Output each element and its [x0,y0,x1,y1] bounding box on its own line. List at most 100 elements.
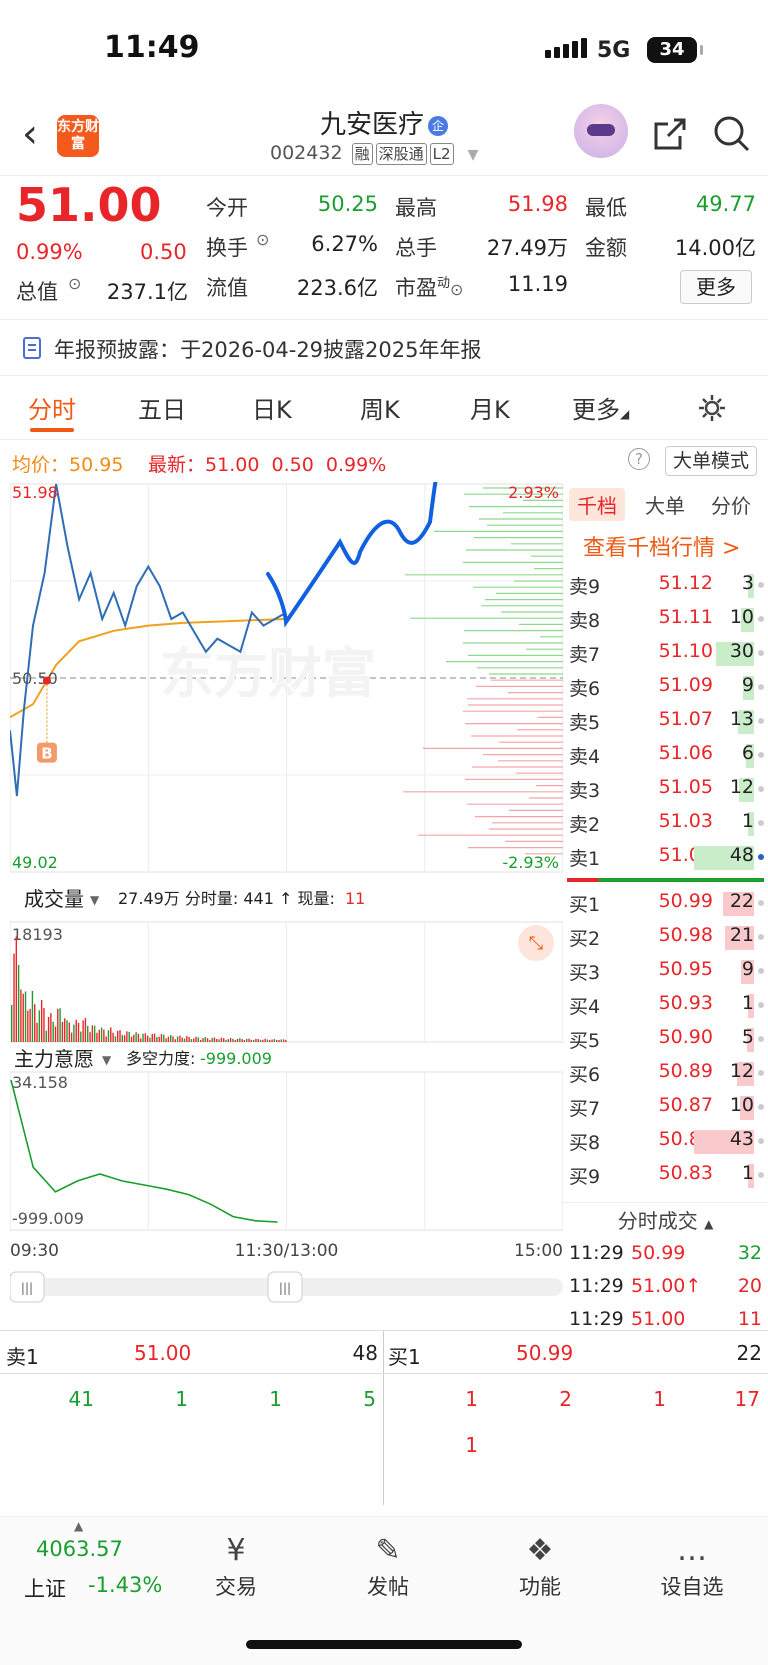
hand-drawn-annotation [266,482,438,628]
volume-bar [239,1038,241,1042]
buy-level-row[interactable]: 买5 50.90 5 [563,1022,768,1056]
volume-bar [227,1039,229,1042]
buy-level-row[interactable]: 买9 50.83 1 [563,1158,768,1192]
tab-month-k[interactable]: 月K [470,390,510,425]
nav-trade[interactable]: ¥ 交易 [186,1531,286,1601]
more-button[interactable]: 更多 [680,270,752,304]
big-order-mode-button[interactable]: 大单模式 [665,446,757,476]
sell-level-row[interactable]: 卖8 51.11 10 [563,602,768,636]
share-icon[interactable] [650,114,690,154]
volume-bar [252,1039,255,1042]
robot-avatar[interactable] [574,104,628,158]
level-qty: 5 [741,1026,754,1048]
level-qty: 3 [741,572,754,594]
level-dot [758,1172,764,1178]
level-name: 买4 [569,996,601,1018]
tab-more[interactable]: 更多◢ [572,390,629,425]
sell-level-row[interactable]: 卖4 51.06 6 [563,738,768,772]
level-qty: 9 [741,958,754,980]
volume-bar [186,1035,188,1042]
sell-level-row[interactable]: 卖6 51.09 9 [563,670,768,704]
intraday-chart[interactable]: 东方财富 51.98 2.93% 50.50 49.02 -2.93% B 成交量 ▼ 27.49… [10,482,563,1316]
volume-bar [119,1030,121,1042]
buy-level-row[interactable]: 买6 50.89 12 [563,1056,768,1090]
volume-bar [24,991,27,1042]
buy-level-row[interactable]: 买1 50.99 22 [563,886,768,920]
label-turnover: 换手 [206,236,248,260]
pct-change: 0.99% [16,240,83,264]
sell-level-row[interactable]: 卖1 51.00 48 [563,840,768,874]
index-value[interactable]: 4063.57 [36,1537,123,1561]
tag-rong: 融 [351,143,373,165]
level-price: 51.05 [658,776,713,798]
info-icon[interactable]: ⊙ [68,274,81,293]
volume-bar [91,1025,94,1042]
tab-thousand-levels[interactable]: 千档 [569,488,625,521]
settings-icon[interactable] [696,392,728,424]
tab-intraday[interactable]: 分时 [28,390,76,425]
level-price: 51.11 [658,606,713,628]
ticks-title[interactable]: 分时成交 ▲ [563,1202,768,1238]
level-qty: 21 [729,924,754,946]
buy-level-row[interactable]: 买8 50.86 43 [563,1124,768,1158]
tab-week-k[interactable]: 周K [360,390,400,425]
sell-level-row[interactable]: 卖2 51.03 1 [563,806,768,840]
level-dot [758,1104,764,1110]
sell-level-row[interactable]: 卖3 51.05 12 [563,772,768,806]
volume-bar [269,1040,271,1042]
volume-bar [264,1038,266,1042]
level-dot [758,616,764,622]
tick-time: 11:29 [569,1308,624,1330]
nav-post[interactable]: ✎ 发帖 [338,1531,438,1601]
queue-sell-order: 5 [363,1387,376,1411]
notice-bar[interactable]: 年报预披露：于2026-04-29披露2025年年报 [0,320,768,376]
tab-big-orders[interactable]: 大单 [645,490,685,519]
index-name[interactable]: 上证 [24,1573,66,1603]
volume-bar [153,1033,156,1042]
level-name: 卖1 [569,848,601,870]
label-pe: 市盈动⊙ [395,276,464,300]
index-pct[interactable]: -1.43% [88,1573,162,1597]
volume-bar [80,1031,82,1042]
buy-level-row[interactable]: 买2 50.98 21 [563,920,768,954]
volume-bar [93,1025,96,1042]
caret-down-icon: ▼ [467,147,479,163]
volume-bar [89,1032,91,1042]
level-name: 卖7 [569,644,601,666]
queue-sell-order: 41 [68,1387,94,1411]
value-high: 51.98 [507,192,568,216]
value-pe: 11.19 [507,272,568,296]
tab-price-dist[interactable]: 分价 [711,490,751,519]
level-name: 卖3 [569,780,601,802]
volume-bar [229,1037,232,1042]
volume-bar [36,1022,38,1042]
level-name: 卖9 [569,576,601,598]
queue-buy-order: 1 [465,1433,478,1457]
sell-level-row[interactable]: 卖5 51.07 13 [563,704,768,738]
volume-bar [128,1031,130,1042]
nav-functions[interactable]: ❖ 功能 [490,1531,590,1601]
help-icon[interactable]: ? [628,448,650,470]
avg-price: 均价：50.95 [12,454,124,476]
info-icon[interactable]: ⊙ [256,230,269,249]
tab-day-k[interactable]: 日K [252,390,292,425]
volume-bar [149,1037,151,1042]
sell-level-row[interactable]: 卖9 51.12 3 [563,568,768,602]
stock-code-row[interactable]: 002432 融深股通 L2 ▼ [270,142,478,165]
view-thousand-link[interactable]: 查看千档行情 > [583,530,740,562]
volume-bar [271,1039,273,1042]
caret-up-icon: ▲ [74,1519,84,1533]
nav-watchlist[interactable]: … 设自选 [642,1531,742,1601]
sell-level-row[interactable]: 卖7 51.10 30 [563,636,768,670]
scrubber-grip-icon: ||| [21,1281,33,1295]
tick-time: 11:29 [569,1242,624,1264]
level-price: 50.89 [658,1060,713,1082]
volume-bar [96,1032,98,1042]
buy-level-row[interactable]: 买3 50.95 9 [563,954,768,988]
queue-line [0,1373,768,1374]
force-info: 多空力度: [126,1049,195,1068]
buy-level-row[interactable]: 买7 50.87 10 [563,1090,768,1124]
tab-5day[interactable]: 五日 [138,390,186,425]
buy-level-row[interactable]: 买4 50.93 1 [563,988,768,1022]
search-icon[interactable] [712,114,752,154]
